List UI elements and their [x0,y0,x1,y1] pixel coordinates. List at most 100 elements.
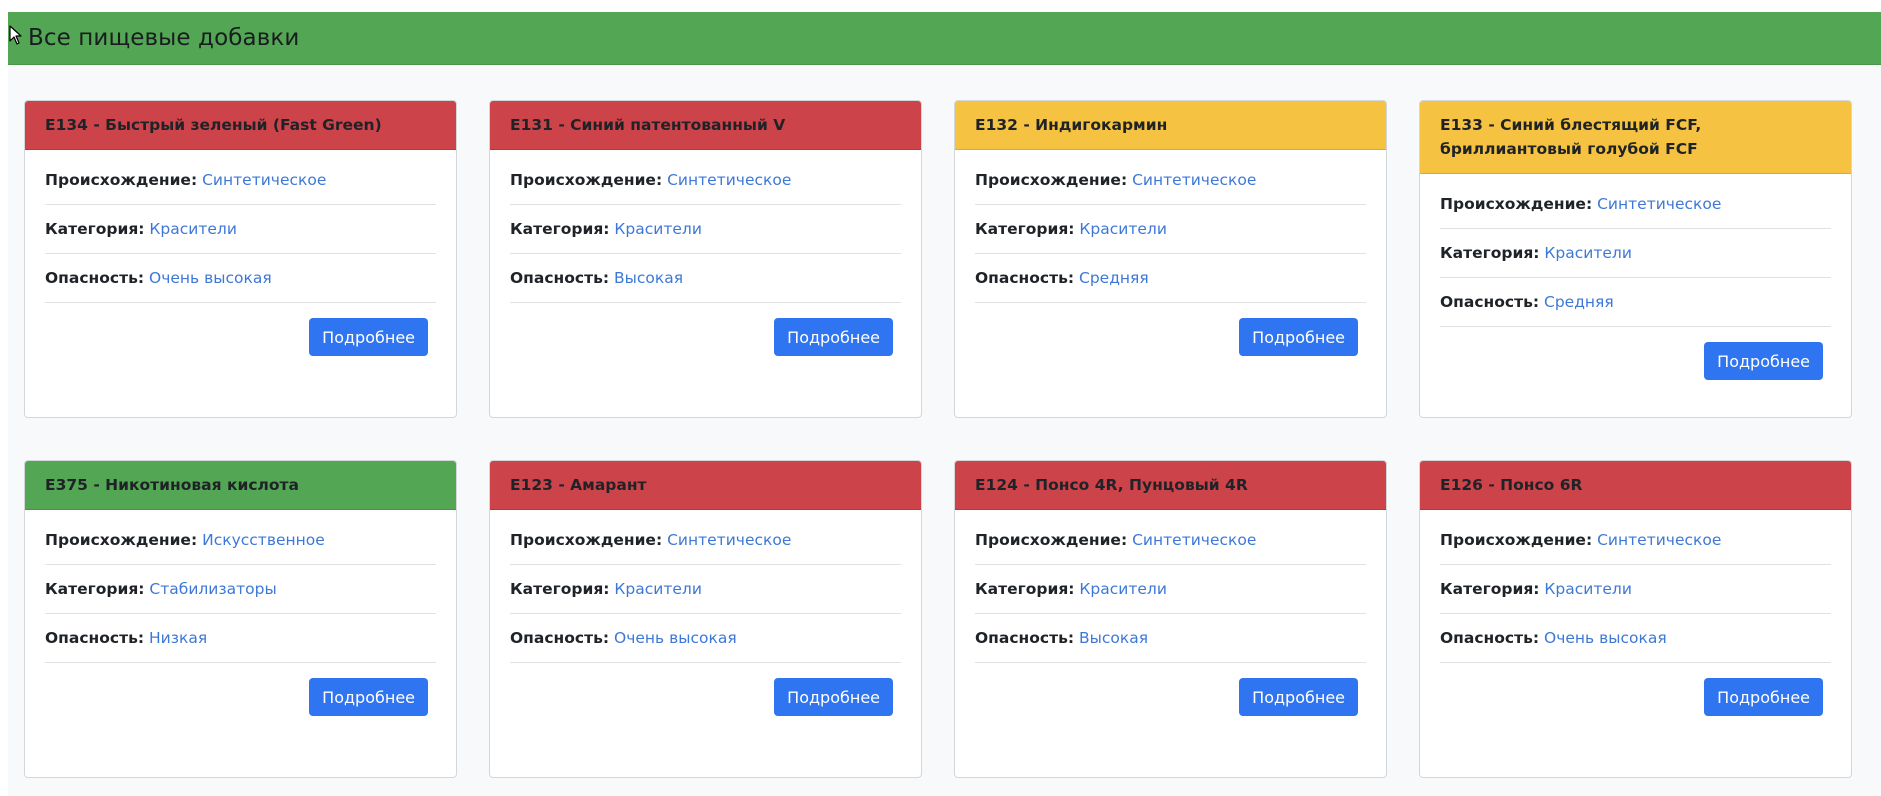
details-button[interactable]: Подробнее [774,318,893,356]
card-body: Происхождение: Синтетическое Категория: … [25,150,456,356]
category-value: Красители [149,220,237,238]
card-title: E124 - Понсо 4R, Пунцовый 4R [955,461,1386,510]
details-button[interactable]: Подробнее [309,318,428,356]
category-value: Красители [1544,244,1632,262]
category-row: Категория: Красители [510,205,901,254]
card-body: Происхождение: Синтетическое Категория: … [1420,174,1851,380]
danger-label: Опасность: [1440,629,1540,647]
card-title: E134 - Быстрый зеленый (Fast Green) [25,101,456,150]
category-value: Красители [614,580,702,598]
category-row: Категория: Красители [510,565,901,614]
details-button[interactable]: Подробнее [1704,678,1823,716]
origin-value: Синтетическое [1597,195,1722,213]
origin-row: Происхождение: Синтетическое [1440,192,1831,229]
origin-row: Происхождение: Синтетическое [975,528,1366,565]
origin-value: Синтетическое [1132,171,1257,189]
page-header: Все пищевые добавки [8,12,1881,65]
card-title: E126 - Понсо 6R [1420,461,1851,510]
category-label: Категория: [1440,244,1540,262]
danger-row: Опасность: Очень высокая [45,254,436,303]
origin-row: Происхождение: Синтетическое [510,168,901,205]
origin-value: Синтетическое [667,531,792,549]
details-button[interactable]: Подробнее [1239,678,1358,716]
additive-card: E123 - Амарант Происхождение: Синтетичес… [489,460,922,778]
origin-label: Происхождение: [975,531,1128,549]
card-title: E131 - Синий патентованный V [490,101,921,150]
category-label: Категория: [510,220,610,238]
category-row: Категория: Красители [1440,229,1831,278]
card-body: Происхождение: Синтетическое Категория: … [490,150,921,356]
origin-value: Синтетическое [667,171,792,189]
category-row: Категория: Стабилизаторы [45,565,436,614]
category-label: Категория: [975,580,1075,598]
card-body: Происхождение: Искусственное Категория: … [25,510,456,716]
origin-row: Происхождение: Синтетическое [45,168,436,205]
card-title: E123 - Амарант [490,461,921,510]
origin-value: Синтетическое [1597,531,1722,549]
danger-row: Опасность: Низкая [45,614,436,663]
danger-row: Опасность: Средняя [1440,278,1831,327]
details-button[interactable]: Подробнее [1239,318,1358,356]
additive-card: E126 - Понсо 6R Происхождение: Синтетиче… [1419,460,1852,778]
details-button[interactable]: Подробнее [774,678,893,716]
danger-row: Опасность: Очень высокая [510,614,901,663]
danger-row: Опасность: Очень высокая [1440,614,1831,663]
origin-label: Происхождение: [1440,195,1593,213]
additive-card: E133 - Синий блестящий FCF, бриллиантовы… [1419,100,1852,418]
card-body: Происхождение: Синтетическое Категория: … [1420,510,1851,716]
danger-label: Опасность: [1440,293,1540,311]
origin-value: Синтетическое [202,171,327,189]
category-row: Категория: Красители [45,205,436,254]
danger-value: Низкая [149,629,208,647]
additive-card: E131 - Синий патентованный V Происхожден… [489,100,922,418]
danger-label: Опасность: [975,269,1075,287]
origin-row: Происхождение: Синтетическое [975,168,1366,205]
danger-value: Высокая [1079,629,1149,647]
danger-value: Очень высокая [149,269,272,287]
additive-card: E132 - Индигокармин Происхождение: Синте… [954,100,1387,418]
category-value: Красители [1544,580,1632,598]
danger-label: Опасность: [510,629,610,647]
origin-label: Происхождение: [45,531,198,549]
page: Все пищевые добавки E134 - Быстрый зелен… [8,12,1881,796]
mouse-cursor-icon [9,25,22,45]
additive-card: E134 - Быстрый зеленый (Fast Green) Прои… [24,100,457,418]
origin-label: Происхождение: [510,171,663,189]
danger-value: Средняя [1544,293,1614,311]
danger-row: Опасность: Высокая [510,254,901,303]
category-row: Категория: Красители [975,565,1366,614]
category-label: Категория: [510,580,610,598]
card-body: Происхождение: Синтетическое Категория: … [490,510,921,716]
card-body: Происхождение: Синтетическое Категория: … [955,510,1386,716]
danger-row: Опасность: Высокая [975,614,1366,663]
origin-value: Синтетическое [1132,531,1257,549]
additive-card: E124 - Понсо 4R, Пунцовый 4R Происхожден… [954,460,1387,778]
danger-value: Очень высокая [1544,629,1667,647]
danger-value: Средняя [1079,269,1149,287]
additive-card: E375 - Никотиновая кислота Происхождение… [24,460,457,778]
details-button[interactable]: Подробнее [309,678,428,716]
origin-row: Происхождение: Синтетическое [1440,528,1831,565]
category-label: Категория: [975,220,1075,238]
category-value: Стабилизаторы [149,580,277,598]
page-title: Все пищевые добавки [28,25,300,51]
origin-row: Происхождение: Синтетическое [510,528,901,565]
category-value: Красители [1079,580,1167,598]
card-title: E132 - Индигокармин [955,101,1386,150]
card-body: Происхождение: Синтетическое Категория: … [955,150,1386,356]
danger-value: Очень высокая [614,629,737,647]
category-row: Категория: Красители [1440,565,1831,614]
danger-label: Опасность: [975,629,1075,647]
origin-row: Происхождение: Искусственное [45,528,436,565]
details-button[interactable]: Подробнее [1704,342,1823,380]
origin-label: Происхождение: [1440,531,1593,549]
category-value: Красители [1079,220,1167,238]
danger-label: Опасность: [45,269,145,287]
danger-row: Опасность: Средняя [975,254,1366,303]
category-value: Красители [614,220,702,238]
card-title: E375 - Никотиновая кислота [25,461,456,510]
category-label: Категория: [45,580,145,598]
origin-label: Происхождение: [45,171,198,189]
origin-label: Происхождение: [510,531,663,549]
danger-value: Высокая [614,269,684,287]
